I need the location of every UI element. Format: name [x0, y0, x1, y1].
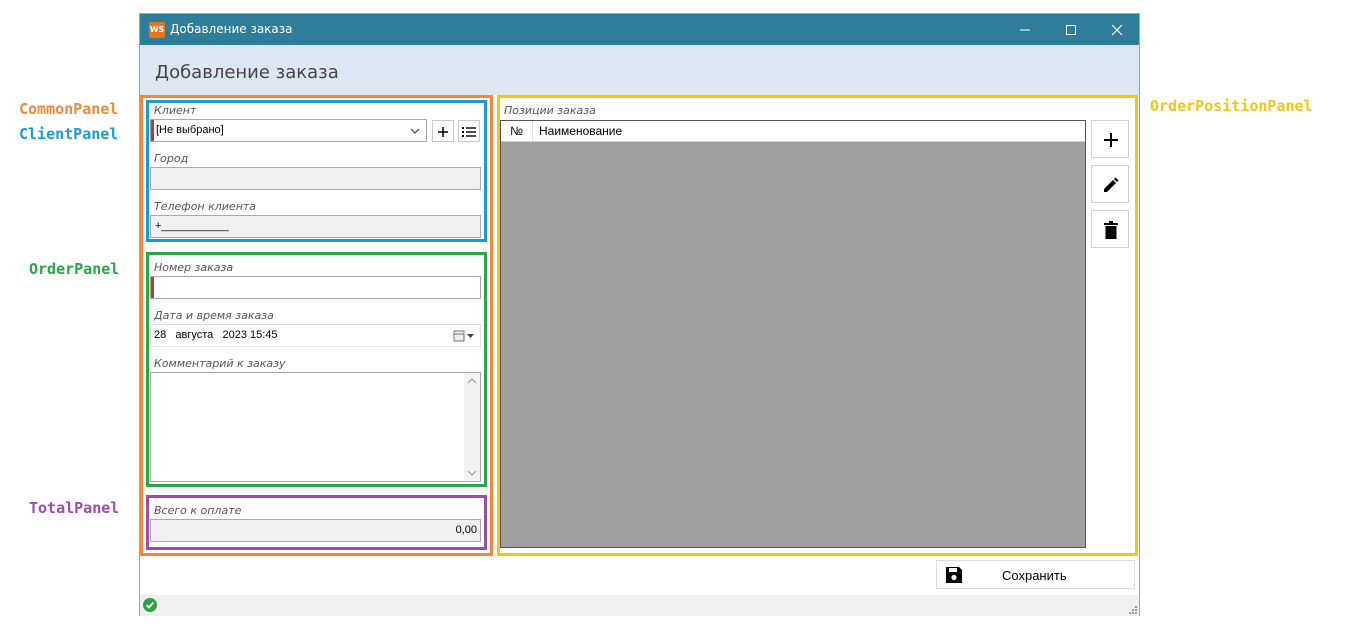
total-panel-annotation: TotalPanel	[29, 499, 120, 517]
page-header: Добавление заказа	[140, 45, 1139, 95]
edit-position-button[interactable]	[1091, 165, 1129, 203]
phone-label: Телефон клиента	[154, 200, 257, 213]
maximize-icon	[1066, 25, 1076, 36]
client-list-button[interactable]	[458, 120, 480, 142]
order-number-input[interactable]	[150, 276, 481, 299]
order-position-panel-annotation: OrderPositionPanel	[1150, 97, 1313, 115]
comment-scrollbar[interactable]	[464, 373, 480, 481]
maximize-button[interactable]	[1048, 14, 1094, 45]
city-label: Город	[154, 152, 189, 165]
total-value: 0,00	[455, 524, 477, 536]
app-logo-icon: WS	[149, 22, 165, 38]
form-content: Клиент [Не выбрано] Город Телефон клиент…	[140, 95, 1139, 595]
check-circle-icon	[143, 598, 157, 612]
chevron-down-icon	[410, 128, 420, 134]
scroll-up-icon	[467, 378, 477, 384]
client-select[interactable]: [Не выбрано]	[150, 119, 427, 142]
title-bar: WS Добавление заказа	[140, 14, 1139, 45]
order-panel-annotation: OrderPanel	[29, 260, 120, 278]
client-select-value: [Не выбрано]	[156, 124, 224, 136]
client-panel-annotation: ClientPanel	[19, 125, 119, 143]
grid-header-row: № Наименование	[501, 121, 1085, 142]
column-header-name[interactable]: Наименование	[539, 121, 622, 141]
resize-grip-icon[interactable]	[1127, 604, 1137, 614]
close-icon	[1111, 24, 1123, 36]
app-window: WS Добавление заказа Добавление заказа К…	[139, 13, 1140, 616]
order-comment-textarea[interactable]	[150, 372, 481, 482]
order-date-value: 28 августа 2023 15:45	[154, 329, 278, 341]
close-button[interactable]	[1094, 14, 1140, 45]
order-date-picker[interactable]: 28 августа 2023 15:45	[150, 324, 481, 347]
order-comment-label: Комментарий к заказу	[154, 357, 286, 370]
city-field	[150, 167, 481, 190]
window-title: Добавление заказа	[170, 22, 293, 36]
calendar-dropdown-icon	[453, 330, 474, 342]
required-marker	[151, 277, 154, 298]
delete-position-button[interactable]	[1091, 210, 1129, 248]
order-number-label: Номер заказа	[154, 261, 234, 274]
required-marker	[151, 120, 154, 141]
total-field: 0,00	[150, 519, 481, 542]
add-client-button[interactable]	[432, 120, 454, 142]
list-icon	[462, 127, 476, 138]
save-button[interactable]: Сохранить	[936, 560, 1135, 589]
column-header-number[interactable]: №	[501, 121, 533, 141]
floppy-disk-icon	[946, 567, 962, 583]
phone-value: +___________	[155, 220, 229, 232]
positions-grid[interactable]: № Наименование	[500, 120, 1086, 548]
client-label: Клиент	[154, 104, 197, 117]
minimize-icon	[1020, 29, 1030, 31]
plus-icon	[1104, 133, 1118, 147]
status-bar	[140, 595, 1139, 616]
plus-icon	[438, 127, 448, 138]
total-label: Всего к оплате	[154, 504, 242, 517]
minimize-button[interactable]	[1002, 14, 1048, 45]
order-date-label: Дата и время заказа	[154, 309, 274, 322]
phone-field: +___________	[150, 215, 481, 238]
save-button-label: Сохранить	[1002, 568, 1067, 583]
pencil-icon	[1104, 177, 1119, 192]
trash-icon	[1104, 221, 1118, 239]
common-panel-annotation: CommonPanel	[19, 100, 119, 118]
add-position-button[interactable]	[1091, 120, 1129, 158]
page-title: Добавление заказа	[155, 62, 339, 83]
scroll-down-icon	[467, 470, 477, 476]
positions-label: Позиции заказа	[504, 104, 596, 117]
